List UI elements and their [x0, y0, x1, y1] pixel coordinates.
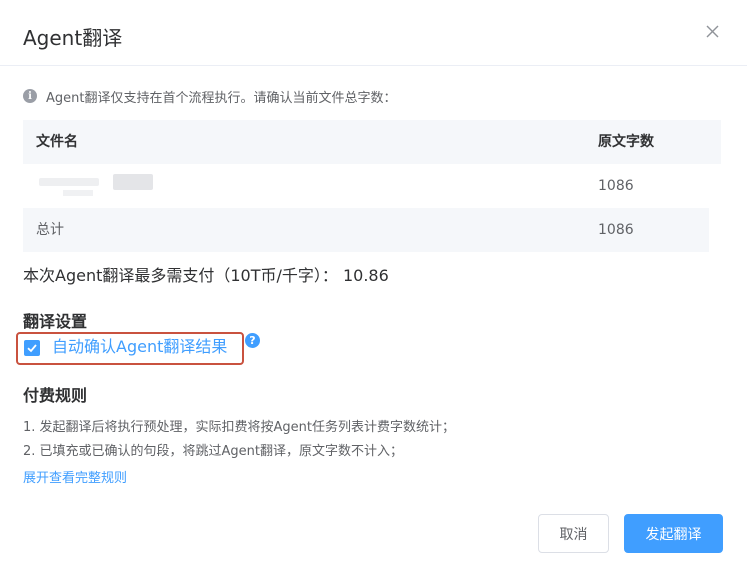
billing-rules-title: 付费规则	[23, 386, 88, 405]
dialog-title: Agent翻译	[23, 26, 123, 50]
char-count-cell: 1086	[598, 178, 634, 194]
info-icon: i	[23, 89, 37, 103]
table-total-row: 总计 1086	[23, 208, 709, 252]
auto-confirm-checkbox[interactable]	[24, 340, 40, 356]
dialog-header: Agent翻译	[0, 0, 747, 66]
help-icon[interactable]: ?	[245, 333, 260, 348]
table-header-row: 文件名 原文字数	[23, 120, 721, 164]
expand-rules-link[interactable]: 展开查看完整规则	[23, 467, 127, 486]
file-table: 文件名 原文字数 1086 总计 1086	[23, 120, 721, 252]
total-char-count: 1086	[598, 222, 634, 238]
cancel-button[interactable]: 取消	[538, 514, 609, 553]
redacted-file-name	[113, 174, 153, 190]
notice-text: Agent翻译仅支持在首个流程执行。请确认当前文件总字数：	[46, 90, 397, 106]
billing-rule-item: 2. 已填充或已确认的句段，将跳过Agent翻译，原文字数不计入；	[23, 444, 404, 459]
column-header-char-count: 原文字数	[598, 134, 654, 150]
agent-translate-dialog: Agent翻译 i Agent翻译仅支持在首个流程执行。请确认当前文件总字数： …	[0, 0, 747, 570]
billing-rule-item: 1. 发起翻译后将执行预处理，实际扣费将按Agent任务列表计费字数统计；	[23, 420, 456, 435]
close-icon[interactable]	[703, 22, 723, 42]
auto-confirm-label[interactable]: 自动确认Agent翻译结果	[52, 336, 227, 358]
table-row: 1086	[23, 164, 721, 208]
redacted-file-name	[39, 178, 99, 186]
notice-bar: i Agent翻译仅支持在首个流程执行。请确认当前文件总字数：	[23, 86, 396, 106]
redacted-file-name	[63, 190, 93, 196]
checkmark-icon	[27, 344, 37, 353]
translation-settings-title: 翻译设置	[23, 312, 88, 331]
total-label: 总计	[36, 222, 64, 238]
start-translation-button[interactable]: 发起翻译	[624, 514, 723, 553]
payment-summary: 本次Agent翻译最多需支付（10T币/千字）： 10.86	[23, 266, 389, 285]
column-header-file-name: 文件名	[36, 134, 78, 150]
